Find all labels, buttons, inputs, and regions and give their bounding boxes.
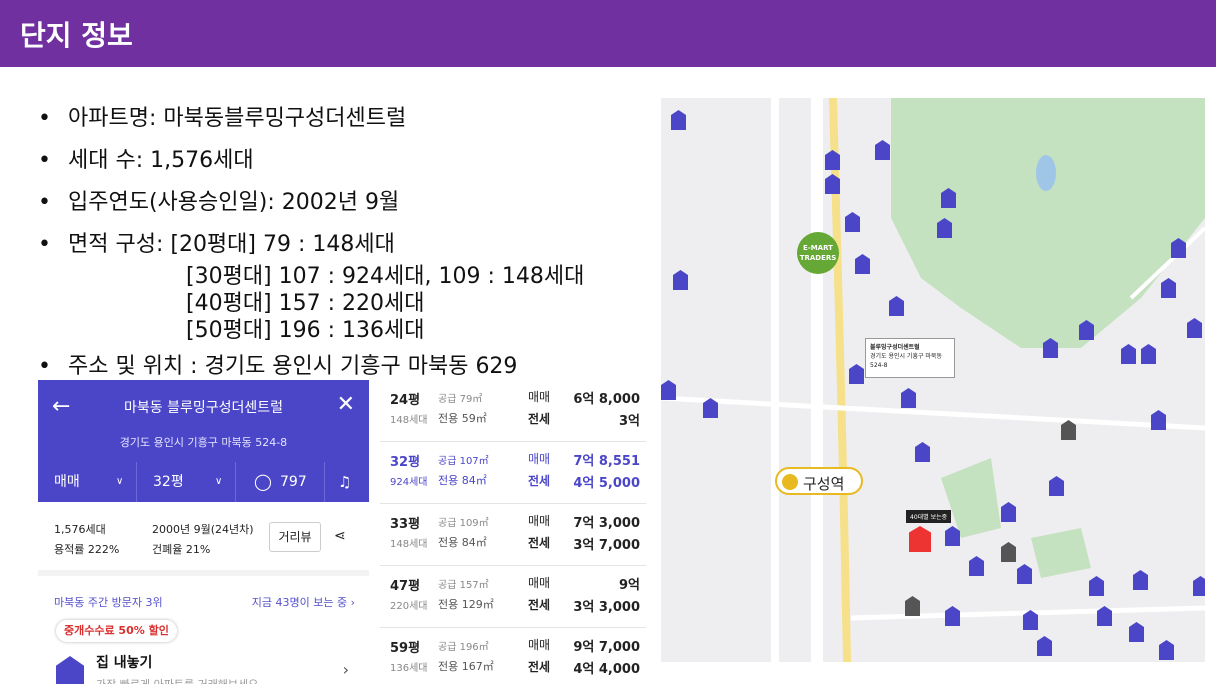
complex-title: 마북동 블루밍구성더센트럴	[123, 400, 283, 416]
subway-icon	[782, 474, 798, 490]
road	[811, 98, 823, 662]
app-header: ← 마북동 블루밍구성더센트럴 ✕ 경기도 용인시 기흥구 마북동 524-8 …	[38, 380, 369, 502]
park-area	[941, 458, 1001, 538]
visitor-rank: 마북동 주간 방문자 3위	[54, 596, 163, 609]
map-base	[661, 98, 1205, 662]
pond	[1036, 155, 1056, 191]
bell-icon: ♫	[338, 473, 352, 491]
bullet-address: • 주소 및 위치 : 경기도 용인시 기흥구 마북동 629	[38, 354, 518, 379]
fee-discount-badge[interactable]: 중개수수료 50% 할인	[56, 620, 177, 642]
chevron-down-icon: ∨	[116, 476, 124, 487]
app-panel: ← 마북동 블루밍구성더센트럴 ✕ 경기도 용인시 기흥구 마북동 524-8 …	[38, 380, 369, 684]
list-home-title[interactable]: 집 내놓기	[96, 652, 152, 672]
emart-traders-logo: E-MART TRADERS	[797, 232, 839, 274]
price-row[interactable]: 24평 공급 79㎡ 148세대 전용 59㎡ 매매 전세 6억 8,000 3…	[380, 380, 646, 442]
list-home-subtitle: 가장 빠르게 아파트를 거래해보세요	[96, 676, 258, 684]
chevron-down-icon: ∨	[215, 476, 223, 487]
completion-info: 2000년 9월(24년차) 건폐율 21%	[152, 523, 254, 556]
section-divider	[38, 570, 369, 576]
price-row-selected[interactable]: 32평 공급 107㎡ 924세대 전용 84㎡ 매매 전세 7억 8,551 …	[380, 442, 646, 504]
location-map[interactable]: E-MART TRADERS 블루밍구성더센트럴 경기도 용인시 기흥구 마북동…	[661, 98, 1205, 662]
park-area	[1031, 528, 1091, 578]
area-subline-50: [50평대] 196 : 136세대	[186, 318, 425, 343]
slide-title: 단지 정보	[20, 19, 133, 52]
bullet-households: • 세대 수: 1,576세대	[38, 148, 254, 173]
households-info: 1,576세대 용적률 222%	[54, 523, 120, 556]
road	[661, 395, 1205, 431]
complex-address: 경기도 용인시 기흥구 마북동 524-8	[119, 436, 288, 449]
price-table: 24평 공급 79㎡ 148세대 전용 59㎡ 매매 전세 6억 8,000 3…	[380, 380, 646, 684]
price-row[interactable]: 59평 공급 196㎡ 136세대 전용 167㎡ 매매 전세 9억 7,000…	[380, 628, 646, 690]
chevron-right-icon[interactable]: ›	[343, 660, 349, 679]
subway-station-marker[interactable]: 구성역	[775, 467, 863, 495]
slide-header: 단지 정보	[0, 0, 1216, 67]
share-icon[interactable]: ⋖	[334, 528, 346, 544]
complex-callout: 블루밍구성더센트럴 경기도 용인시 기흥구 마북동 524-8	[865, 338, 955, 378]
bullet-completion: • 입주연도(사용승인일): 2002년 9월	[38, 190, 400, 215]
bullet-apartment-name: • 아파트명: 마북동블루밍구성더센트럴	[38, 106, 407, 131]
size-select[interactable]: 32평 ∨	[137, 462, 235, 502]
price-row[interactable]: 33평 공급 109㎡ 148세대 전용 84㎡ 매매 전세 7억 3,000 …	[380, 504, 646, 566]
bullet-area: • 면적 구성: [20평대] 79 : 148세대	[38, 232, 395, 257]
comment-bubble-icon: ◯	[254, 472, 272, 491]
viewers-tag: 40대별 보는중	[906, 510, 952, 523]
trade-type-select[interactable]: 매매 ∨	[38, 462, 136, 502]
road	[771, 98, 779, 662]
viewers-now-link[interactable]: 지금 43명이 보는 중 ›	[252, 594, 355, 610]
alert-button[interactable]: ♫	[325, 462, 369, 502]
price-row[interactable]: 47평 공급 157㎡ 220세대 전용 129㎡ 매매 전세 9억 3억 3,…	[380, 566, 646, 628]
comments-button[interactable]: ◯ 797	[236, 462, 324, 502]
house-icon	[56, 656, 84, 684]
road-view-button[interactable]: 거리뷰	[269, 522, 321, 552]
close-icon[interactable]: ✕	[337, 392, 355, 417]
